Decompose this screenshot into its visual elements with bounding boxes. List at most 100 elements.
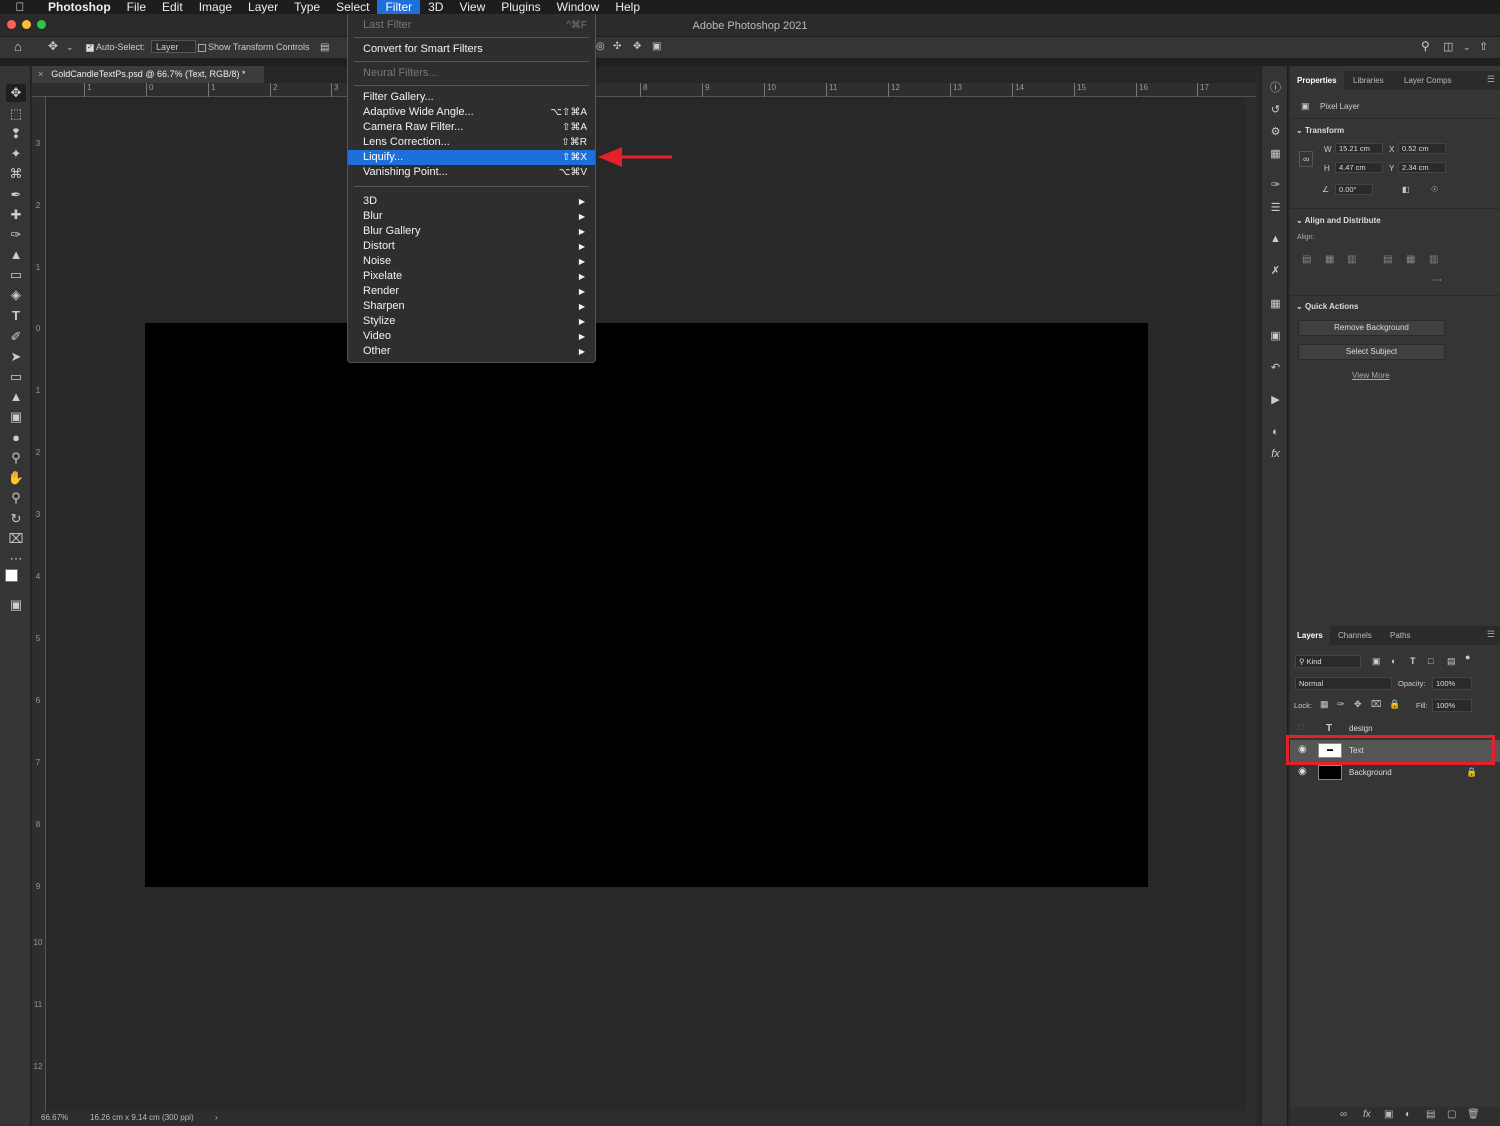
filter-toggle-icon[interactable]: ● xyxy=(1465,652,1470,662)
path-selection-tool-icon[interactable]: ➤ xyxy=(6,348,26,366)
new-adjustment-icon[interactable]: ◐ xyxy=(1405,1109,1411,1120)
align-left-edges-icon[interactable]: ▤ xyxy=(1302,254,1311,265)
angle-field[interactable]: 0.00° xyxy=(1335,184,1373,195)
color-panel-icon[interactable]: ◐ xyxy=(1267,424,1284,440)
menu-window[interactable]: Window xyxy=(549,0,608,14)
select-subject-button[interactable]: Select Subject xyxy=(1298,344,1445,360)
menu-item-vanishing-point[interactable]: Vanishing Point... ⌥⌘V xyxy=(348,165,595,180)
3d-object-tool-icon[interactable]: ▣ xyxy=(6,408,26,426)
move-tool-icon[interactable]: ✥ xyxy=(6,84,26,102)
3d-video-icon[interactable]: ▣ xyxy=(652,41,661,52)
align-bottom-edges-icon[interactable]: ▥ xyxy=(1429,254,1438,265)
lock-artboard-icon[interactable]: ⌧ xyxy=(1371,699,1381,710)
dodge-tool-icon[interactable]: ⚲ xyxy=(6,449,26,467)
x-position-field[interactable]: 0.52 cm xyxy=(1398,143,1446,154)
auto-select-dropdown[interactable]: Layer xyxy=(151,40,196,53)
menu-item-blur-gallery[interactable]: Blur Gallery ▶ xyxy=(348,224,595,239)
marquee-tool-icon[interactable]: ⬚ xyxy=(6,105,26,123)
filter-smart-object-icon[interactable]: ▤ xyxy=(1447,656,1456,667)
menu-item-adaptive-wide-angle[interactable]: Adaptive Wide Angle... ⌥⇧⌘A xyxy=(348,105,595,120)
chevron-down-icon[interactable]: ⌄ xyxy=(1463,42,1471,53)
tools-panel-icon[interactable]: ✗ xyxy=(1267,263,1284,279)
info-icon[interactable]: ⓘ xyxy=(1267,80,1284,96)
brush-tool-icon[interactable]: ✑ xyxy=(6,226,26,244)
visibility-off-icon[interactable]: □ xyxy=(1298,722,1304,733)
filter-shape-icon[interactable]: □ xyxy=(1428,656,1433,666)
history-brush-icon[interactable]: ↶ xyxy=(1267,360,1284,376)
menu-item-pixelate[interactable]: Pixelate ▶ xyxy=(348,269,595,284)
menu-item-filter-gallery[interactable]: Filter Gallery... xyxy=(348,90,595,105)
menu-image[interactable]: Image xyxy=(191,0,240,14)
vertical-scrollbar[interactable] xyxy=(1245,98,1256,1111)
more-options-icon[interactable]: ⋯ xyxy=(1432,275,1442,286)
flip-vertical-icon[interactable]: ☉ xyxy=(1431,185,1438,194)
actions-play-icon[interactable]: ▶ xyxy=(1267,392,1284,408)
eye-icon[interactable]: ◉ xyxy=(1298,766,1307,777)
align-left-icon[interactable]: ▤ xyxy=(320,42,329,53)
menu-item-convert-smart-filters[interactable]: Convert for Smart Filters xyxy=(348,42,595,57)
show-transform-checkbox[interactable]: Show Transform Controls xyxy=(198,42,310,52)
tab-layers[interactable]: Layers xyxy=(1290,626,1330,645)
filter-pixel-icon[interactable]: ▣ xyxy=(1372,656,1381,667)
menu-layer[interactable]: Layer xyxy=(240,0,286,14)
lock-transparent-icon[interactable]: ▦ xyxy=(1320,699,1329,710)
tab-channels[interactable]: Channels xyxy=(1331,626,1379,645)
new-layer-icon[interactable]: ▢ xyxy=(1447,1109,1456,1120)
height-field[interactable]: 4.47 cm xyxy=(1335,162,1383,173)
fill-field[interactable]: 100% xyxy=(1432,699,1472,712)
remove-background-button[interactable]: Remove Background xyxy=(1298,320,1445,336)
blur-tool-icon[interactable]: ● xyxy=(6,429,26,447)
menu-item-other[interactable]: Other ▶ xyxy=(348,344,595,359)
menu-item-3d[interactable]: 3D ▶ xyxy=(348,194,595,209)
menu-item-lens-correction[interactable]: Lens Correction... ⇧⌘R xyxy=(348,135,595,150)
menu-item-distort[interactable]: Distort ▶ xyxy=(348,239,595,254)
apple-icon[interactable]:  xyxy=(0,0,40,14)
chevron-right-icon[interactable]: › xyxy=(215,1113,218,1122)
3d-pan-icon[interactable]: ✥ xyxy=(633,41,641,52)
menu-help[interactable]: Help xyxy=(607,0,648,14)
adjustments-icon[interactable]: ☰ xyxy=(1267,200,1284,216)
artboard-tool-icon[interactable]: ⌧ xyxy=(6,530,26,548)
quick-select-tool-icon[interactable]: ✦ xyxy=(6,145,26,163)
document-canvas[interactable] xyxy=(145,323,1148,887)
menu-item-render[interactable]: Render ▶ xyxy=(348,284,595,299)
styles-fx-icon[interactable]: fx xyxy=(1267,446,1284,462)
blend-mode-dropdown[interactable]: Normal xyxy=(1295,677,1392,690)
document-tab[interactable]: × GoldCandleTextPs.psd @ 66.7% (Text, RGB… xyxy=(32,66,264,83)
lock-all-icon[interactable]: 🔒 xyxy=(1389,699,1400,710)
width-field[interactable]: 15.21 cm xyxy=(1335,143,1383,154)
opacity-field[interactable]: 100% xyxy=(1432,677,1472,690)
transform-section-header[interactable]: ⌄ Transform xyxy=(1296,126,1344,135)
menu-item-sharpen[interactable]: Sharpen ▶ xyxy=(348,299,595,314)
eraser-tool-icon[interactable]: ▭ xyxy=(6,266,26,284)
healing-brush-tool-icon[interactable]: ✚ xyxy=(6,206,26,224)
pen-tool-icon[interactable]: ✐ xyxy=(6,328,26,346)
auto-select-checkbox[interactable]: ✓ Auto-Select: xyxy=(86,42,145,52)
clone-stamp-tool-icon[interactable]: ▲ xyxy=(6,246,26,264)
tab-paths[interactable]: Paths xyxy=(1383,626,1417,645)
foreground-color-swatch[interactable] xyxy=(5,569,18,582)
brush-panel-icon[interactable]: ✑ xyxy=(1267,177,1284,193)
layer-filter-dropdown[interactable]: ⚲ Kind xyxy=(1295,655,1361,668)
align-top-edges-icon[interactable]: ▤ xyxy=(1383,254,1392,265)
menu-item-liquify[interactable]: Liquify... ⇧⌘X xyxy=(348,150,595,165)
zoom-tool-icon[interactable]: ⚲ xyxy=(6,489,26,507)
lock-image-icon[interactable]: ✑ xyxy=(1337,699,1345,710)
flip-horizontal-icon[interactable]: ◧ xyxy=(1402,185,1410,194)
tab-layer-comps[interactable]: Layer Comps xyxy=(1397,71,1459,90)
chevron-down-icon[interactable]: ⌄ xyxy=(66,42,74,53)
menu-item-stylize[interactable]: Stylize ▶ xyxy=(348,314,595,329)
align-horizontal-centers-icon[interactable]: ▦ xyxy=(1325,254,1334,265)
menu-3d[interactable]: 3D xyxy=(420,0,451,14)
y-position-field[interactable]: 2.34 cm xyxy=(1398,162,1446,173)
tab-libraries[interactable]: Libraries xyxy=(1346,71,1391,90)
menu-item-video[interactable]: Video ▶ xyxy=(348,329,595,344)
lock-position-icon[interactable]: ✥ xyxy=(1354,699,1362,710)
tab-properties[interactable]: Properties xyxy=(1290,71,1344,90)
menu-item-camera-raw-filter[interactable]: Camera Raw Filter... ⇧⌘A xyxy=(348,120,595,135)
home-icon[interactable]: ⌂ xyxy=(14,39,22,54)
panel-menu-icon[interactable]: ☰ xyxy=(1487,629,1495,640)
history-icon[interactable]: ↺ xyxy=(1267,102,1284,118)
delete-layer-icon[interactable]: 🗑 xyxy=(1467,1109,1480,1120)
3d-panel-icon[interactable]: ⚙ xyxy=(1267,124,1284,140)
